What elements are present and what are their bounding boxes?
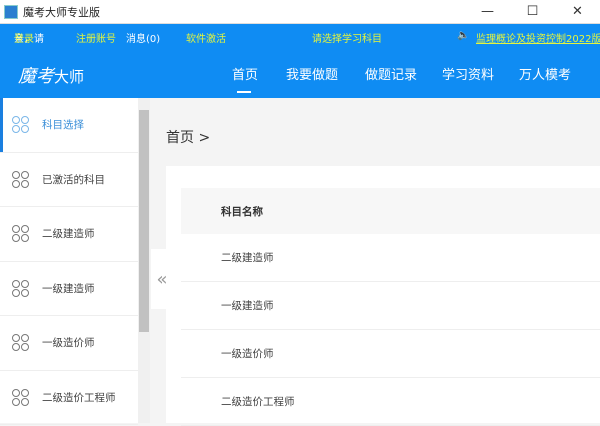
header: 亲，请 登录 注册账号 消息(0) 软件激活 请选择学习科目 🔈 监理概论及投资控… (0, 24, 600, 98)
clover-icon (12, 334, 29, 352)
sidebar-item[interactable]: 一级建造师 (0, 262, 138, 316)
clover-icon (12, 279, 29, 297)
sidebar-item-activated[interactable]: 已激活的科目 (0, 153, 138, 207)
messages-link[interactable]: 消息(0) (126, 30, 160, 45)
table-row[interactable]: 一级建造师 (181, 282, 600, 330)
nav-practice[interactable]: 我要做题 (286, 64, 338, 83)
sidebar-scrollbar[interactable] (138, 98, 150, 423)
logo: 魔考大师 (18, 66, 85, 87)
sidebar-item-subject-select[interactable]: 科目选择 (0, 98, 138, 153)
title-bar: 魔考大师专业版 — ☐ ✕ (0, 0, 600, 24)
table-header: 科目名称 (181, 188, 600, 234)
speaker-icon: 🔈 (457, 30, 470, 41)
clover-icon (12, 225, 29, 243)
activate-link[interactable]: 软件激活 (186, 30, 226, 45)
minimize-button[interactable]: — (465, 4, 510, 19)
sidebar-item[interactable]: 二级建造师 (0, 207, 138, 262)
table-row[interactable]: 二级建造师 (181, 234, 600, 282)
scrollbar-thumb[interactable] (139, 110, 149, 332)
table-row[interactable]: 一级造价师 (181, 330, 600, 378)
sidebar-item[interactable]: 二级造价工程师 (0, 371, 138, 425)
nav-mock-exam[interactable]: 万人模考 (519, 64, 571, 83)
nav-home[interactable]: 首页 (232, 64, 258, 83)
nav-records[interactable]: 做题记录 (365, 64, 417, 83)
clover-icon (12, 170, 29, 188)
active-nav-indicator (237, 91, 251, 93)
breadcrumb: 首页 > (166, 130, 211, 146)
content-card: 科目名称 二级建造师 一级建造师 一级造价师 二级造价工程师 (166, 166, 600, 426)
maximize-button[interactable]: ☐ (510, 4, 555, 19)
app-icon (4, 4, 18, 19)
nav-materials[interactable]: 学习资料 (442, 64, 494, 83)
close-button[interactable]: ✕ (555, 4, 600, 19)
sidebar-item[interactable]: 一级造价师 (0, 316, 138, 371)
clover-icon (12, 388, 29, 406)
login-link[interactable]: 登录 (14, 30, 34, 45)
table-row[interactable]: 二级造价工程师 (181, 378, 600, 426)
clover-icon (12, 116, 29, 134)
sidebar: 科目选择 已激活的科目 二级建造师 一级建造师 一级造价师 二级造价工程师 (0, 98, 138, 425)
select-subject-link[interactable]: 请选择学习科目 (312, 30, 382, 45)
subject-table: 科目名称 二级建造师 一级建造师 一级造价师 二级造价工程师 (181, 188, 600, 426)
notice-link[interactable]: 监理概论及投资控制2022版教材 (476, 30, 600, 45)
register-link[interactable]: 注册账号 (76, 30, 116, 45)
window-title: 魔考大师专业版 (23, 5, 100, 19)
